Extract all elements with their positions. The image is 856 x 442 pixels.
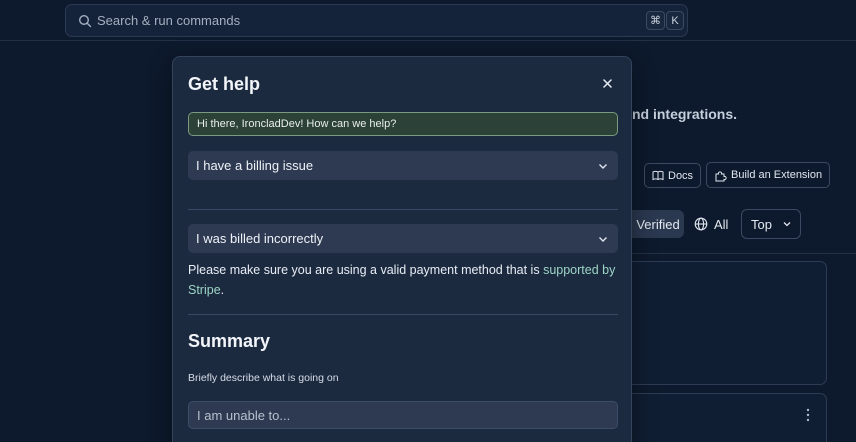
summary-field-label: Briefly describe what is going on [188, 372, 339, 384]
top-bar: Search & run commands ⌘ K [0, 0, 856, 41]
dialog-title: Get help [188, 74, 261, 94]
issue-subcategory-select[interactable]: I was billed incorrectly [188, 224, 618, 253]
puzzle-icon [715, 170, 727, 181]
chevron-down-icon [783, 222, 791, 227]
get-help-dialog: Get help Hi there, IroncladDev! How can … [172, 56, 632, 442]
billing-note-end: . [220, 283, 225, 297]
command-key-badge: ⌘ [646, 11, 665, 30]
extension-card[interactable] [620, 261, 827, 385]
page-subheading-fragment: nd integrations. [632, 106, 737, 122]
issue-subcategory-value: I was billed incorrectly [196, 231, 324, 246]
summary-heading: Summary [188, 331, 271, 351]
filter-verified[interactable]: Verified [632, 210, 684, 238]
sort-label: Top [751, 216, 772, 232]
k-key-badge: K [666, 11, 684, 30]
greeting-banner: Hi there, IroncladDev! How can we help? [188, 112, 618, 136]
summary-input[interactable]: I am unable to... [188, 401, 618, 429]
docs-button[interactable]: Docs [644, 163, 702, 188]
section-divider [188, 314, 618, 315]
globe-icon [694, 217, 708, 231]
build-extension-button[interactable]: Build an Extension [706, 162, 831, 188]
search-icon [78, 14, 92, 28]
search-placeholder: Search & run commands [97, 13, 241, 28]
docs-button-label: Docs [668, 169, 694, 182]
filter-all[interactable]: All [688, 210, 734, 238]
issue-category-select[interactable]: I have a billing issue [188, 151, 618, 180]
extension-card[interactable] [620, 393, 827, 442]
more-options-icon[interactable] [806, 408, 810, 422]
issue-category-value: I have a billing issue [196, 158, 314, 173]
book-icon [652, 170, 664, 181]
chevron-down-icon [599, 237, 607, 242]
chevron-down-icon [599, 164, 607, 169]
build-extension-label: Build an Extension [731, 169, 823, 181]
section-divider [188, 209, 618, 210]
close-icon [602, 78, 612, 88]
billing-note-text: Please make sure you are using a valid p… [188, 263, 544, 277]
background-divider [632, 253, 856, 254]
summary-placeholder: I am unable to... [197, 407, 291, 423]
command-search[interactable]: Search & run commands ⌘ K [65, 4, 688, 37]
sort-dropdown[interactable]: Top [741, 209, 801, 239]
close-button[interactable] [597, 73, 617, 93]
billing-note: Please make sure you are using a valid p… [188, 260, 618, 300]
filter-all-label: All [714, 216, 729, 232]
